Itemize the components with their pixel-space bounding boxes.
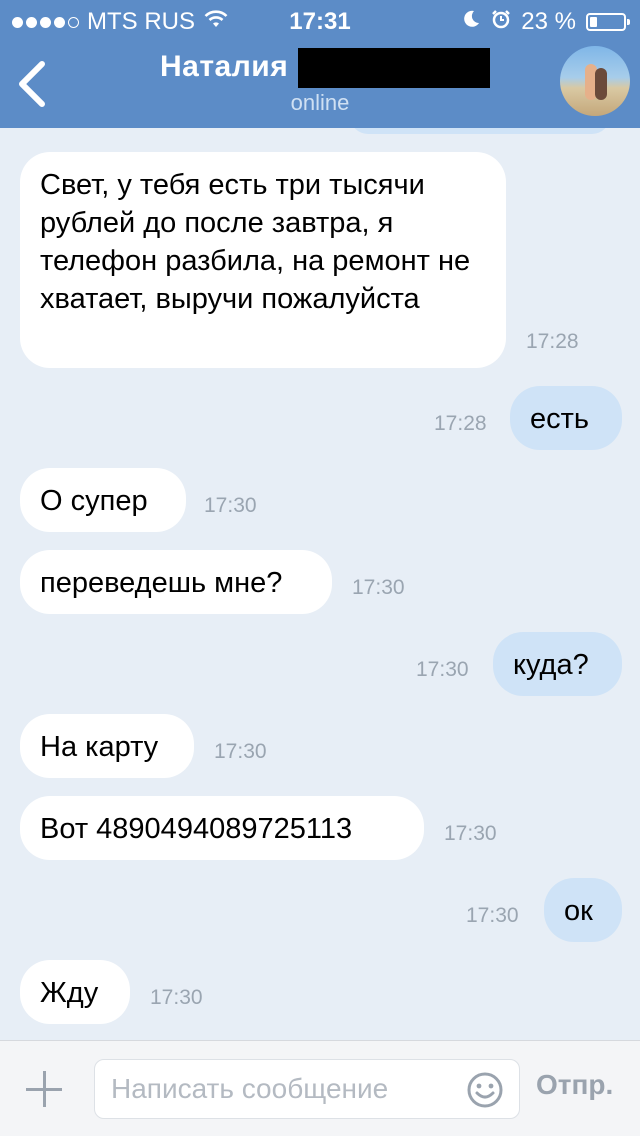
send-button[interactable]: Отпр. [536,1069,613,1101]
message-text: есть [530,403,590,435]
message-time: 17:28 [434,412,487,435]
avatar[interactable] [560,46,630,116]
message-bubble-incoming[interactable]: Жду [0,960,130,1024]
status-right: 23 % [461,8,630,36]
message-bubble-outgoing[interactable]: ок [544,878,640,942]
message-time: 17:30 [214,740,267,763]
message-time: 17:30 [444,822,497,845]
message-text: Свет, у тебя есть три тысячи рублей до п… [40,169,471,315]
smiley-icon[interactable] [466,1071,504,1109]
message-bubble-incoming[interactable]: Вот 4890494089725113 [0,796,424,860]
message-text: О супер [40,485,148,517]
message-input[interactable] [94,1059,520,1119]
contact-name[interactable]: Наталия [160,50,288,84]
contact-status: online [290,90,350,115]
message-time: 17:30 [352,576,405,599]
battery-percent: 23 % [521,8,576,35]
message-list[interactable]: Свет, у тебя есть три тысячи рублей до п… [0,128,640,1040]
message-time: 17:28 [526,330,579,353]
message-bubble-incoming[interactable]: О супер [0,468,186,532]
status-bar: MTS RUS 17:31 23 % [0,0,640,40]
message-text: куда? [513,649,589,681]
moon-icon [461,8,481,36]
message-text: Вот 4890494089725113 [40,813,353,845]
message-text: переведешь мне? [40,567,283,599]
message-time: 17:30 [150,986,203,1009]
message-bubble-outgoing[interactable]: куда? [493,632,640,696]
message-bubble-incoming[interactable]: Свет, у тебя есть три тысячи рублей до п… [0,152,506,368]
redaction-box [298,48,490,88]
message-text: ок [564,895,593,927]
battery-icon [586,13,630,31]
plus-icon[interactable] [24,1069,64,1109]
avatar-figure [595,68,607,100]
message-text: На карту [40,731,159,763]
message-bubble-incoming[interactable]: переведешь мне? [0,550,332,614]
message-time: 17:30 [466,904,519,927]
previous-message-bubble [350,128,610,134]
chat-header: Наталия online [0,40,640,128]
composer-bar: Отпр. [0,1040,640,1136]
message-time: 17:30 [204,494,257,517]
message-text: Жду [40,977,99,1009]
message-bubble-incoming[interactable]: На карту [0,714,194,778]
battery-fill [590,17,597,27]
message-bubble-outgoing[interactable]: есть [510,386,640,450]
alarm-icon [491,8,511,36]
message-time: 17:30 [416,658,469,681]
